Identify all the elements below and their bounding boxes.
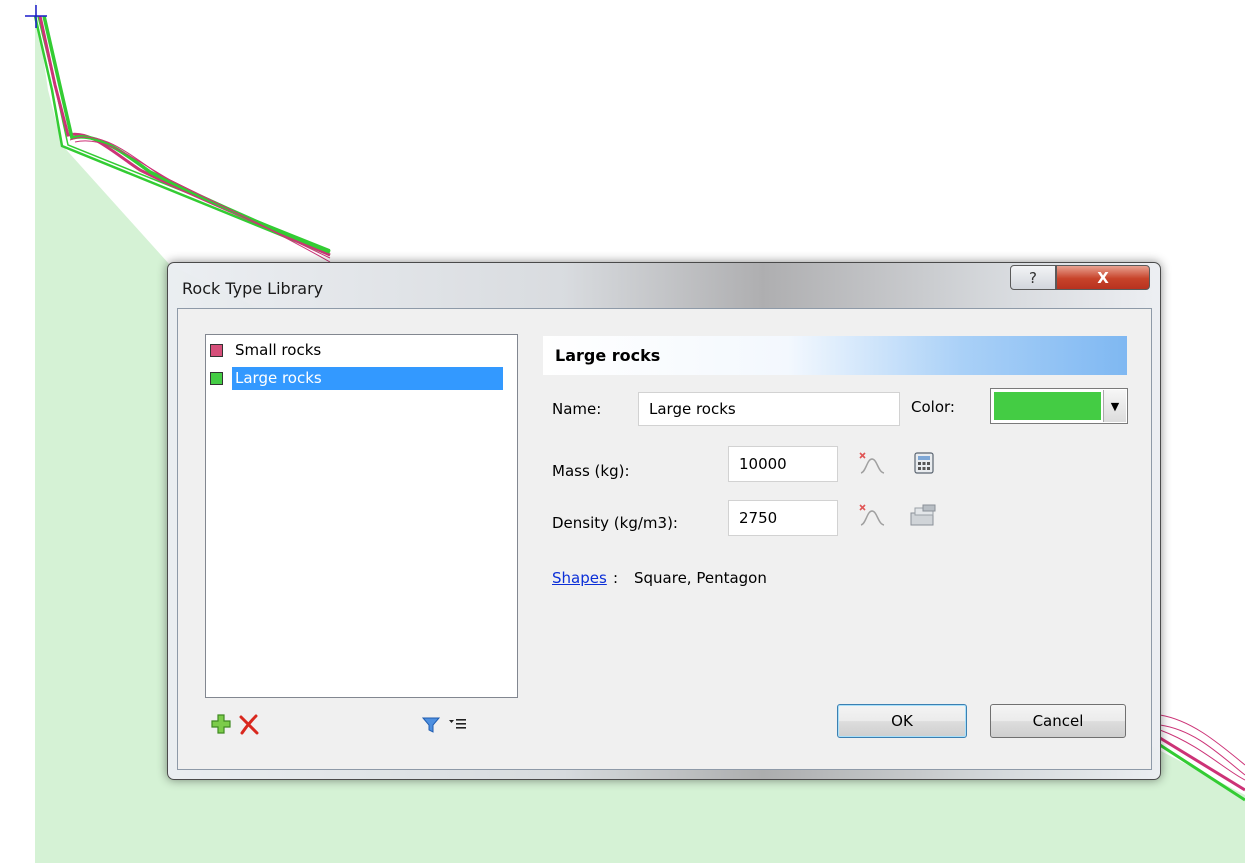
list-options-icon[interactable]: [448, 717, 468, 733]
close-button[interactable]: X: [1056, 265, 1150, 290]
help-icon: ?: [1029, 268, 1037, 287]
color-dropdown[interactable]: ▼: [990, 388, 1128, 424]
rock-type-list[interactable]: Small rocks Large rocks: [205, 334, 518, 698]
density-field[interactable]: [728, 500, 838, 536]
dialog-title: Rock Type Library: [182, 279, 324, 298]
list-item-small-rocks[interactable]: Small rocks: [210, 338, 327, 363]
color-label: Color:: [911, 398, 955, 416]
name-field[interactable]: [638, 392, 900, 426]
details-header: Large rocks: [543, 336, 1127, 375]
list-item-label: Small rocks: [235, 341, 322, 359]
help-button[interactable]: ?: [1010, 265, 1056, 290]
shapes-link[interactable]: Shapes: [552, 569, 607, 587]
shapes-value: Square, Pentagon: [634, 569, 767, 587]
filter-icon[interactable]: [421, 715, 441, 735]
color-swatch: [210, 344, 223, 357]
delete-icon[interactable]: [238, 713, 260, 735]
dialog-client-area: Small rocks Large rocks Large rocks Name: [177, 308, 1152, 770]
list-item-large-rocks[interactable]: Large rocks: [210, 366, 503, 391]
chevron-down-icon[interactable]: ▼: [1103, 390, 1126, 422]
title-bar[interactable]: Rock Type Library ? X: [168, 263, 1160, 307]
mass-label: Mass (kg):: [552, 462, 630, 480]
details-header-title: Large rocks: [555, 346, 661, 365]
statistical-distribution-icon[interactable]: [858, 451, 886, 475]
cancel-button[interactable]: Cancel: [990, 704, 1126, 738]
mass-field[interactable]: [728, 446, 838, 482]
shapes-colon: :: [613, 569, 619, 587]
color-value-swatch: [994, 392, 1101, 420]
statistical-distribution-icon[interactable]: [858, 503, 886, 527]
rock-type-library-dialog: Rock Type Library ? X Small rocks Large …: [167, 262, 1161, 780]
calculator-icon[interactable]: [912, 451, 936, 475]
material-library-icon[interactable]: [909, 503, 939, 527]
density-label: Density (kg/m3):: [552, 514, 678, 532]
color-swatch: [210, 372, 223, 385]
close-icon: X: [1097, 268, 1109, 287]
list-item-label: Large rocks: [232, 367, 503, 390]
ok-button[interactable]: OK: [837, 704, 967, 738]
add-icon[interactable]: [210, 713, 232, 735]
name-label: Name:: [552, 400, 602, 418]
